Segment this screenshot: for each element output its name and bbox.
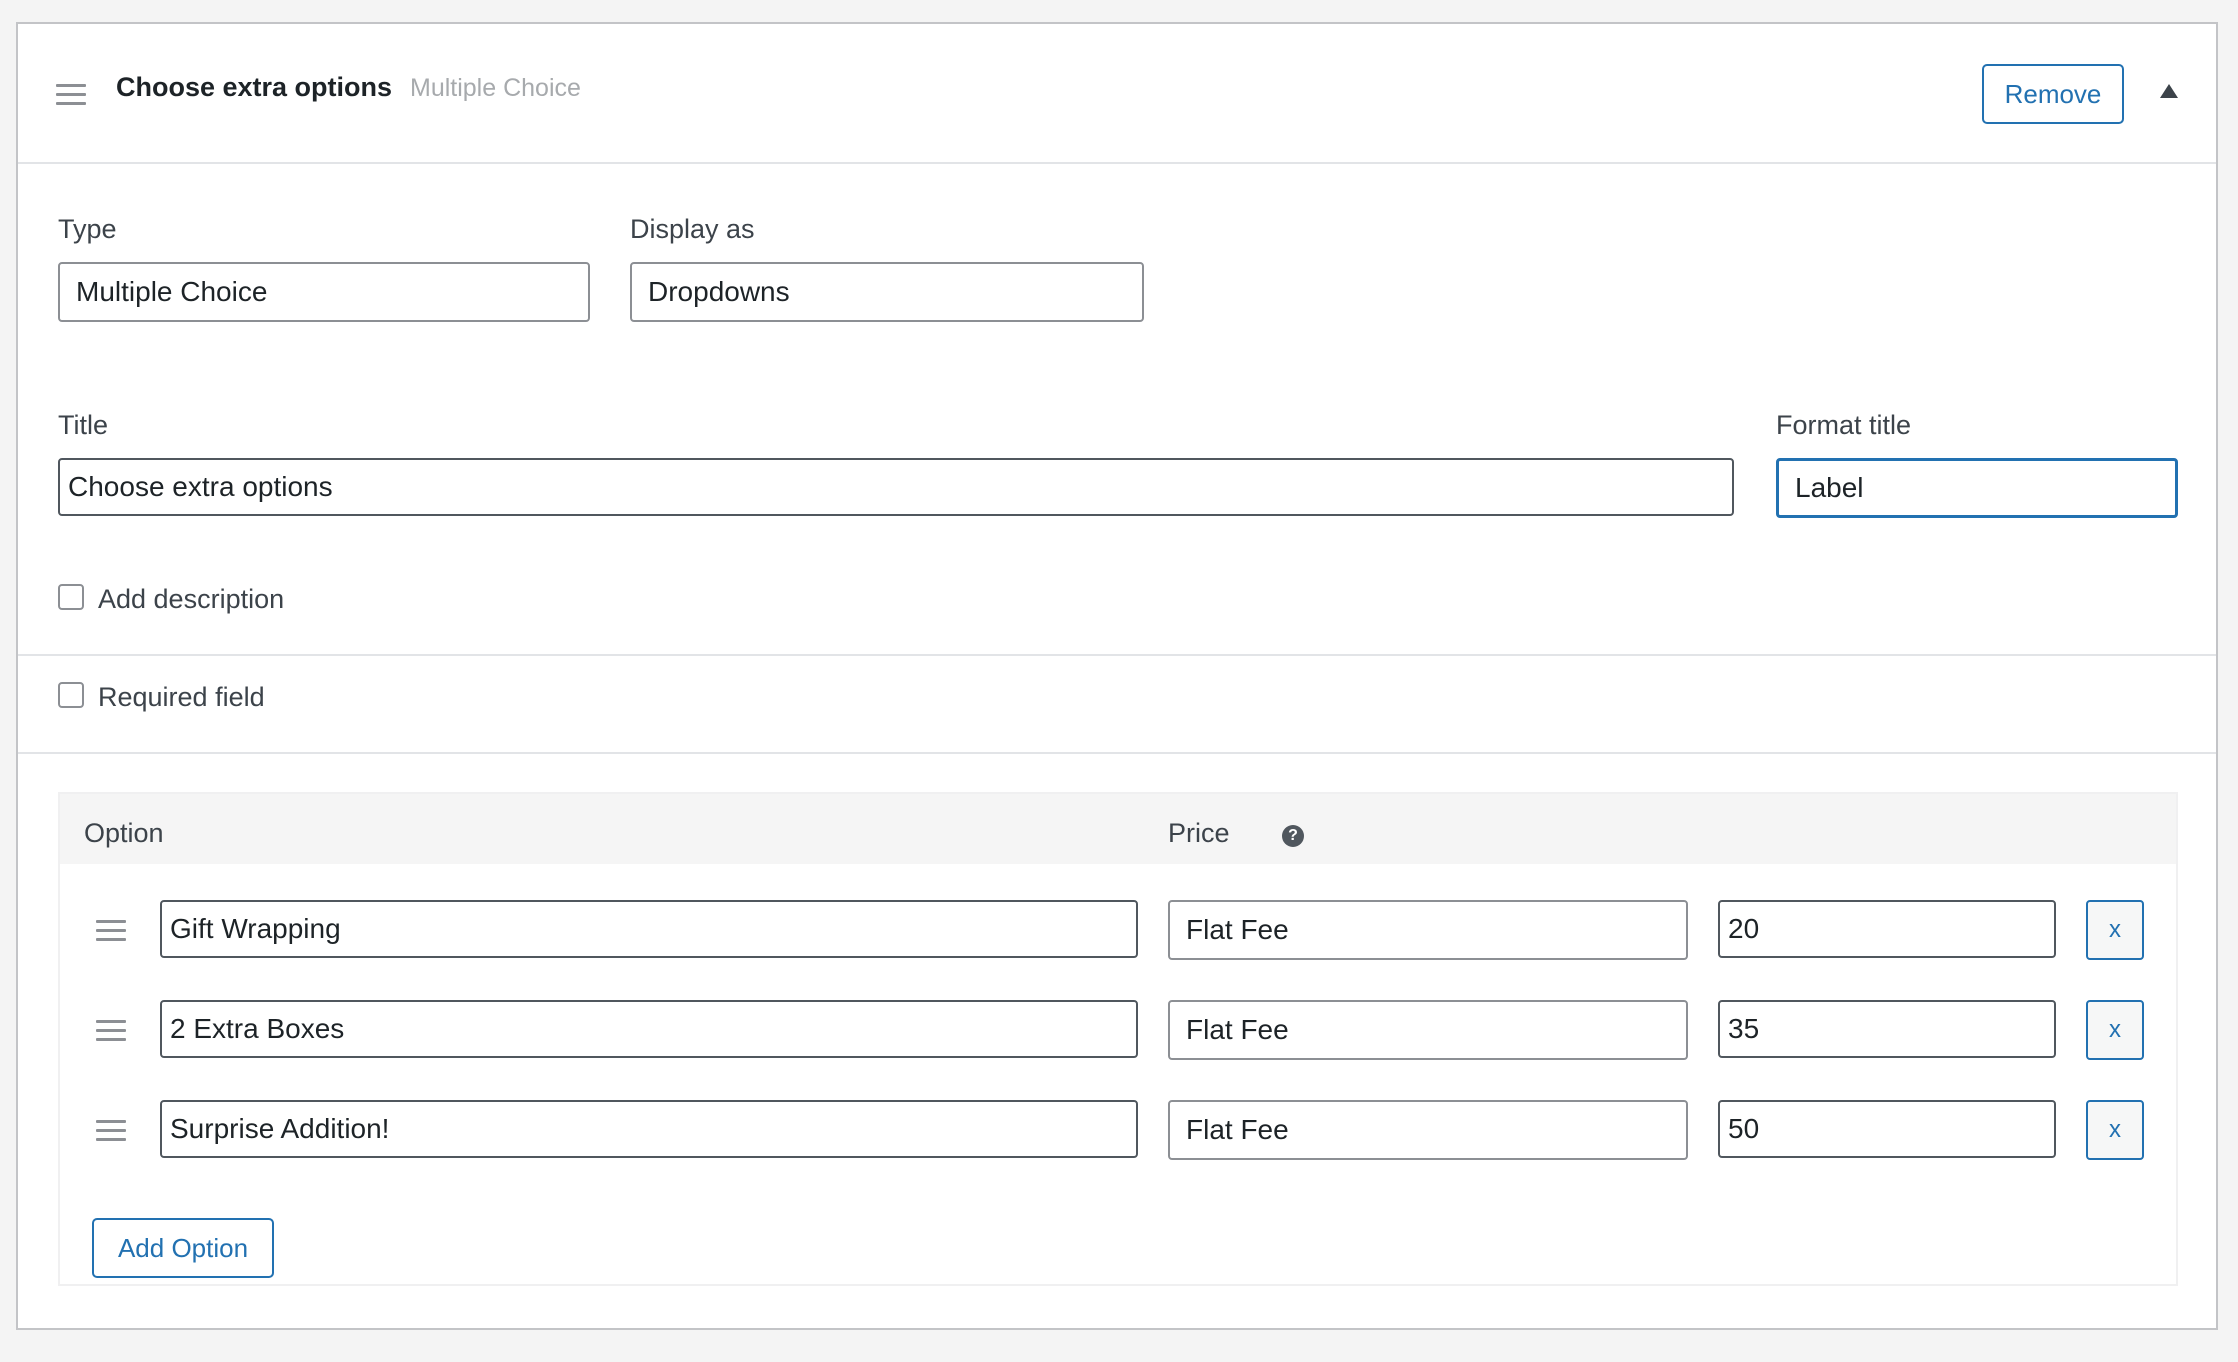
type-label: Type [58,214,117,244]
panel-header[interactable]: Choose extra options Multiple Choice Rem… [18,24,2216,164]
collapse-caret-icon[interactable] [2160,84,2178,98]
addon-field-panel: Choose extra options Multiple Choice Rem… [16,22,2218,1330]
price-input[interactable]: 20 [1718,900,2056,958]
required-field-checkbox[interactable] [58,682,84,708]
remove-option-button[interactable]: x [2086,1100,2144,1160]
panel-subtitle: Multiple Choice [410,74,581,102]
type-select[interactable]: Multiple Choice [58,262,590,322]
display-as-label: Display as [630,214,755,244]
row-drag-handle-icon[interactable] [96,1020,126,1042]
format-title-label: Format title [1776,410,1912,440]
price-input[interactable]: 50 [1718,1100,2056,1158]
price-type-select[interactable]: Flat Fee [1168,1100,1688,1160]
option-column-header: Option [84,818,164,848]
row-drag-handle-icon[interactable] [96,920,126,942]
price-input[interactable]: 35 [1718,1000,2056,1058]
remove-option-button[interactable]: x [2086,900,2144,960]
add-description-checkbox[interactable] [58,584,84,610]
options-table-header: Option Price ? [60,794,2176,864]
option-name-input[interactable]: Surprise Addition! [160,1100,1138,1158]
price-type-select[interactable]: Flat Fee [1168,1000,1688,1060]
display-as-select[interactable]: Dropdowns [630,262,1144,322]
option-name-input[interactable]: Gift Wrapping [160,900,1138,958]
title-label: Title [58,410,109,440]
price-column-header: Price [1168,818,1230,848]
remove-button[interactable]: Remove [1982,64,2124,124]
option-name-input[interactable]: 2 Extra Boxes [160,1000,1138,1058]
drag-handle-icon[interactable] [56,84,86,106]
options-table: Option Price ? Gift Wrapping Flat Fee 20… [58,792,2178,1286]
price-type-select[interactable]: Flat Fee [1168,900,1688,960]
divider [18,654,2216,656]
price-help-icon[interactable]: ? [1282,825,1304,847]
remove-option-button[interactable]: x [2086,1000,2144,1060]
add-option-button[interactable]: Add Option [92,1218,274,1278]
format-title-select[interactable]: Label [1776,458,2178,518]
row-drag-handle-icon[interactable] [96,1120,126,1142]
required-field-label[interactable]: Required field [98,682,265,713]
title-input[interactable]: Choose extra options [58,458,1734,516]
panel-title: Choose extra options [116,72,393,102]
divider [18,752,2216,754]
add-description-label[interactable]: Add description [98,584,284,615]
